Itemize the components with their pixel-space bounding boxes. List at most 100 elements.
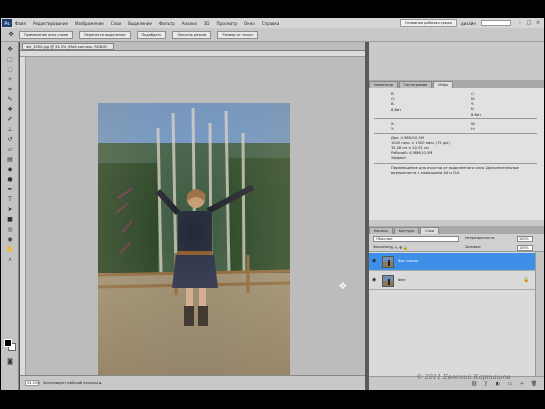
restore-icon[interactable]: □ xyxy=(526,20,532,26)
menu-file[interactable]: Файл xyxy=(15,21,26,26)
delete-layer-icon[interactable]: 🗑 xyxy=(529,380,539,387)
visibility-eye-icon[interactable]: ◉ xyxy=(372,277,376,283)
move-tool-icon[interactable]: ✥ xyxy=(7,31,15,38)
status-text[interactable]: Экспонирует рабочий посылка ► xyxy=(43,381,102,385)
menu-analysis[interactable]: Анализ xyxy=(182,21,197,26)
eraser-tool-icon[interactable]: ▱ xyxy=(5,146,15,153)
info-panel: R: G: B: 8-бит C: M: Y: K: 8-бит X: Y: W… xyxy=(369,88,544,220)
type-tool-icon[interactable]: T xyxy=(5,196,15,203)
photoshop-window: Ps Файл Редактирование Изображение Слои … xyxy=(1,18,544,390)
info-k: K: xyxy=(471,107,475,111)
photoshop-logo: Ps xyxy=(2,19,12,27)
menu-filter[interactable]: Фильтр xyxy=(159,21,175,26)
fill-input[interactable]: 100% xyxy=(517,245,533,251)
opacity-input[interactable]: 100% xyxy=(517,236,533,242)
layers-panel-tabs: Каналы Контуры Слои xyxy=(369,226,544,234)
history-brush-icon[interactable]: ↺ xyxy=(5,136,15,143)
brush-tool-icon[interactable]: ✐ xyxy=(5,116,15,123)
zoom-tool-icon[interactable]: ⌕ xyxy=(5,256,15,263)
eyedropper-icon[interactable]: ✎ xyxy=(5,96,15,103)
info-doc-size: Док: 4,98М/10,5М xyxy=(391,136,424,140)
option-fit[interactable]: Подобрать xyxy=(136,30,167,39)
marquee-tool-icon[interactable]: ⬚ xyxy=(5,56,15,63)
lasso-tool-icon[interactable]: ◌ xyxy=(5,66,15,73)
info-scratch: Рабочий: 4,98М/10,5М xyxy=(391,151,433,155)
menu-layers[interactable]: Слои xyxy=(111,21,121,26)
hand-tool-icon[interactable]: ✋ xyxy=(5,246,15,253)
crop-tool-icon[interactable]: ⌗ xyxy=(5,86,15,93)
menu-3d[interactable]: 3D xyxy=(204,21,210,26)
menu-view[interactable]: Просмотр xyxy=(217,21,238,26)
tab-channels[interactable]: Каналы xyxy=(369,227,393,234)
info-divider xyxy=(374,118,537,119)
canvas-photo[interactable] xyxy=(98,103,290,390)
menu-image[interactable]: Изображение xyxy=(75,21,104,26)
gradient-tool-icon[interactable]: ▤ xyxy=(5,156,15,163)
zoom-field[interactable]: 33.33% xyxy=(25,380,40,386)
link-layers-icon[interactable]: ⛓ xyxy=(469,380,479,387)
layers-scrollbar[interactable] xyxy=(535,252,544,376)
layer-row[interactable]: ◉ Фон 🔒 xyxy=(369,272,535,290)
dodge-tool-icon[interactable]: ● xyxy=(5,176,15,183)
document-tab[interactable]: ole_1000.jpg @ 33.3% (Мой коллаж, RGB/8) xyxy=(22,43,115,50)
menu-right-group: Основная рабочая среда дизайн – □ × xyxy=(399,18,544,28)
menu-edit[interactable]: Редактирование xyxy=(33,21,68,26)
tab-layers[interactable]: Слои xyxy=(420,227,439,234)
menu-bar: Ps Файл Редактирование Изображение Слои … xyxy=(1,18,544,28)
layer-style-icon[interactable]: ƒ xyxy=(481,380,491,387)
info-x: X: xyxy=(391,122,395,126)
document-area: ole_1000.jpg @ 33.3% (Мой коллаж, RGB/8) xyxy=(20,42,365,390)
quick-mask-icon[interactable]: ◙ xyxy=(5,358,15,365)
layer-mask-icon[interactable]: ◐ xyxy=(493,380,503,387)
option-move-selection[interactable]: Перенести выделение xyxy=(79,30,131,39)
minimize-icon[interactable]: – xyxy=(517,20,523,26)
option-size-from-point[interactable]: Размер от точки xyxy=(217,30,258,39)
info-r: R: xyxy=(391,92,395,96)
path-select-icon[interactable]: ➤ xyxy=(5,206,15,213)
magic-wand-icon[interactable]: ✧ xyxy=(5,76,15,83)
workspace-design-label[interactable]: дизайн xyxy=(461,21,476,26)
move-tool-icon[interactable]: ✥ xyxy=(5,46,15,53)
3d-rotate-icon[interactable]: ◎ xyxy=(5,226,15,233)
new-layer-icon[interactable]: ＋ xyxy=(517,380,527,387)
info-y-coord: Y: xyxy=(391,127,394,131)
info-c: C: xyxy=(471,92,475,96)
option-all-layers[interactable]: Применение всех слоев xyxy=(19,30,74,39)
layer-row[interactable]: ◉ Фон копия xyxy=(369,253,535,271)
lock-options-icon[interactable]: ▫✎✥🔒 xyxy=(391,245,409,250)
new-group-icon[interactable]: ▭ xyxy=(505,380,515,387)
foreground-color-swatch[interactable] xyxy=(4,339,12,347)
blur-tool-icon[interactable]: ◆ xyxy=(5,166,15,173)
search-input[interactable] xyxy=(481,20,511,26)
tab-histogram[interactable]: Гистограмма xyxy=(398,81,433,88)
blend-mode-select[interactable]: Обычные xyxy=(373,236,459,242)
menu-window[interactable]: Окно xyxy=(244,21,255,26)
tab-navigator[interactable]: Навигатор xyxy=(369,81,398,88)
option-pixel-mode[interactable]: Пиксель режим xyxy=(172,30,212,39)
layer-name[interactable]: Фон копия xyxy=(398,259,418,263)
workspace-button[interactable]: Основная рабочая среда xyxy=(399,19,457,27)
info-bitdepth-2: 8-бит xyxy=(471,113,482,117)
menu-help[interactable]: Справка xyxy=(262,21,280,26)
tab-paths[interactable]: Контуры xyxy=(393,227,420,234)
menu-select[interactable]: Выделение xyxy=(128,21,152,26)
healing-brush-icon[interactable]: ✚ xyxy=(5,106,15,113)
3d-camera-icon[interactable]: ◉ xyxy=(5,236,15,243)
layers-panel: Каналы Контуры Слои Обычные Непрозрачнос… xyxy=(369,226,544,390)
clone-stamp-icon[interactable]: ⊥ xyxy=(5,126,15,133)
info-g: G: xyxy=(391,97,395,101)
info-bitdepth-1: 8-бит xyxy=(391,108,402,112)
shape-tool-icon[interactable]: ■ xyxy=(5,216,15,223)
close-icon[interactable]: × xyxy=(535,20,541,26)
visibility-eye-icon[interactable]: ◉ xyxy=(372,258,376,264)
info-m: M: xyxy=(471,97,476,101)
document-status-bar: 33.33% Экспонирует рабочий посылка ► xyxy=(20,375,365,390)
info-b: B: xyxy=(391,102,395,106)
pen-tool-icon[interactable]: ✒ xyxy=(5,186,15,193)
tab-info[interactable]: Инфо xyxy=(433,81,454,88)
copyright-watermark: © 2011 Евгений Карташов xyxy=(416,373,511,381)
info-divider xyxy=(374,163,537,164)
layer-thumbnail xyxy=(382,256,394,268)
info-hint: Перемещение для очистки от выделенного с… xyxy=(391,166,519,175)
layer-name[interactable]: Фон xyxy=(398,278,406,282)
